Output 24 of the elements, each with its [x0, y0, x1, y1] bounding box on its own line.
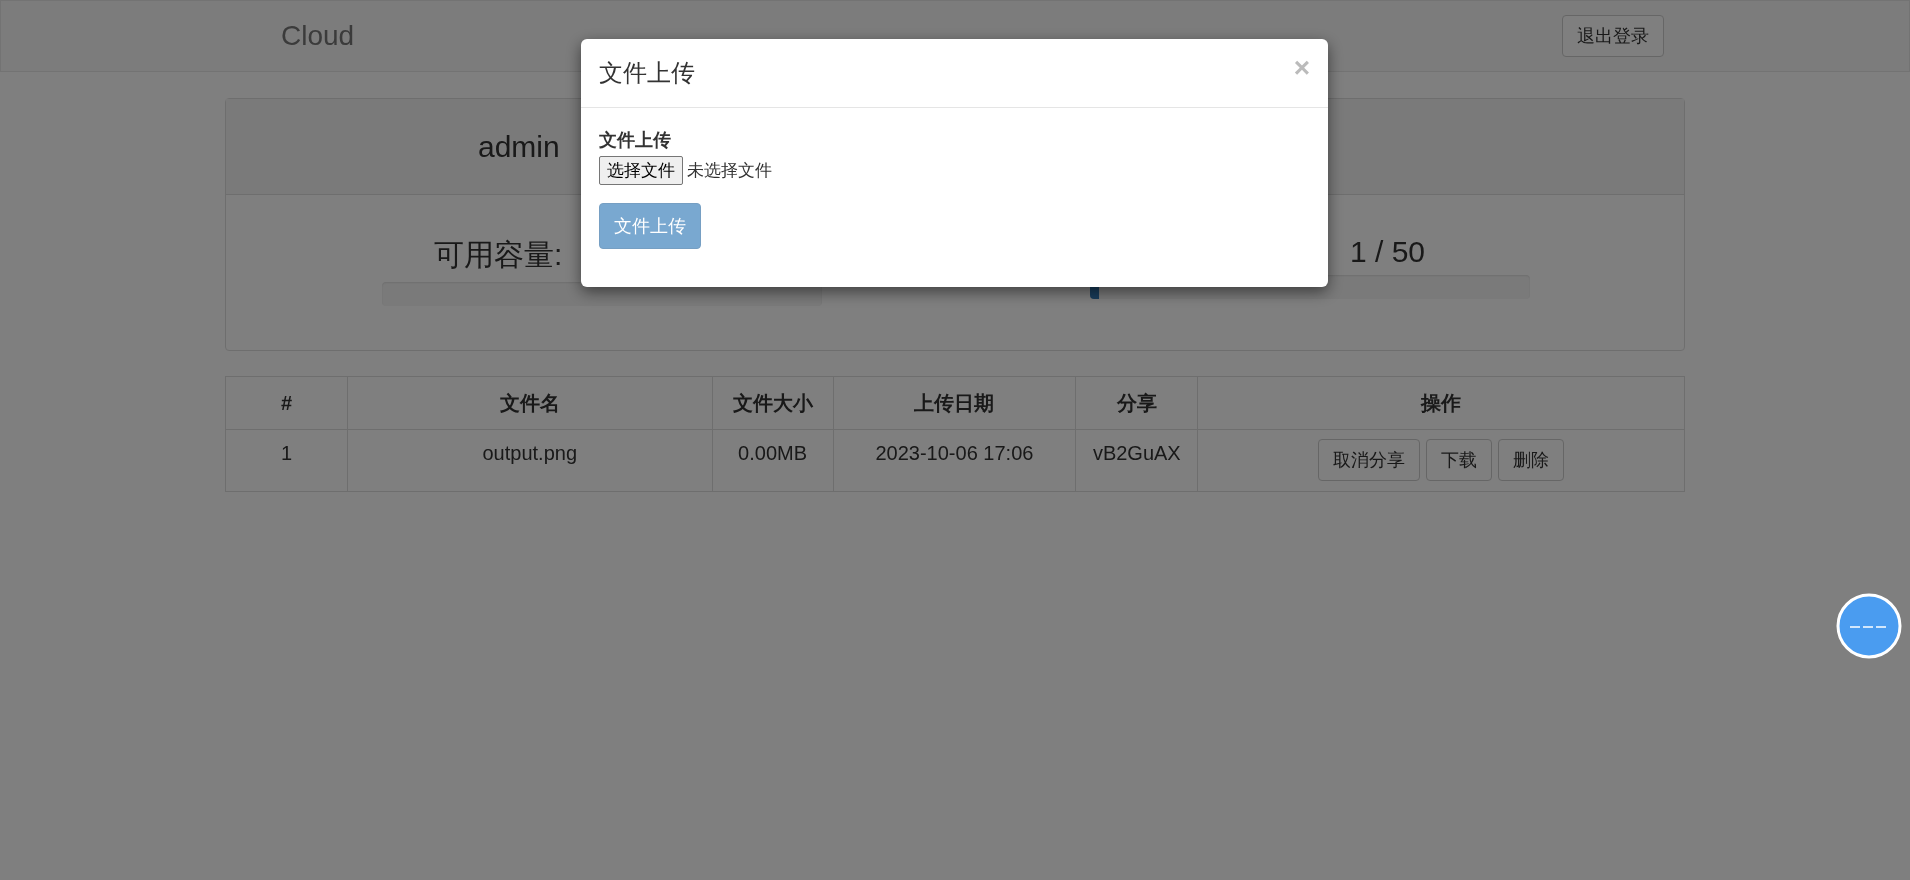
action-button[interactable]: 下载	[1426, 439, 1493, 481]
column-header: 文件名	[347, 376, 713, 430]
dialog-title: 文件上传	[599, 58, 695, 88]
file-count: 1 / 50	[1350, 235, 1426, 269]
column-header: #	[225, 376, 348, 430]
field-label: 文件上传	[599, 129, 671, 152]
action-button[interactable]: 取消分享	[1318, 439, 1421, 481]
floating-widget-icon[interactable]	[1836, 593, 1902, 659]
table-cell: 2023-10-06 17:06	[833, 429, 1076, 492]
capacity-label: 可用容量:	[434, 237, 563, 273]
logout-button[interactable]: 退出登录	[1562, 15, 1664, 57]
column-header: 文件大小	[712, 376, 834, 430]
table-cell: vB2GuAX	[1075, 429, 1198, 492]
table-cell: output.png	[347, 429, 713, 492]
table-cell: 1	[225, 429, 348, 492]
table-cell: 0.00MB	[712, 429, 834, 492]
file-status: 未选择文件	[687, 160, 772, 182]
username: admin	[478, 129, 560, 164]
column-header: 操作	[1197, 376, 1685, 430]
choose-file-button[interactable]: 选择文件	[599, 156, 683, 185]
column-header: 分享	[1075, 376, 1198, 430]
action-button[interactable]: 删除	[1498, 439, 1565, 481]
brand-title[interactable]: Cloud	[281, 20, 355, 52]
column-header: 上传日期	[833, 376, 1076, 430]
